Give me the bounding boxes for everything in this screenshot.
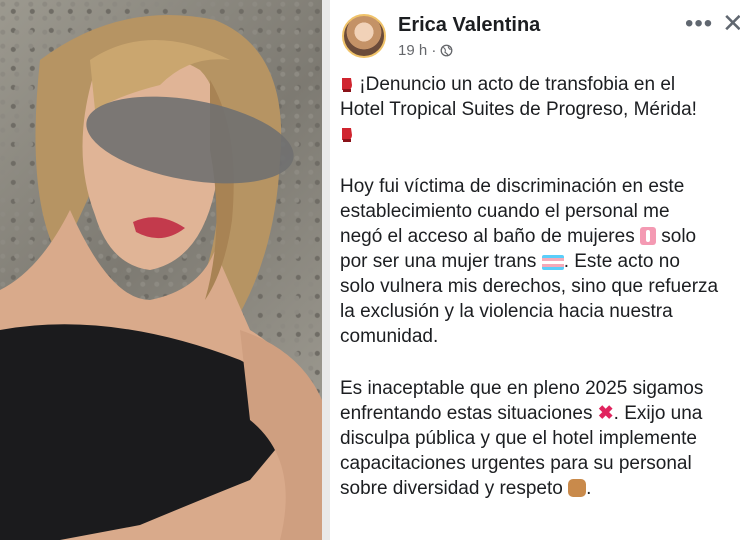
red-heel-icon — [342, 128, 352, 142]
paragraph-3: Es inaceptable que en pleno 2025 sigamos… — [340, 376, 740, 501]
text-line: Es inaceptable que en pleno 2025 sigamos — [340, 376, 740, 401]
text-span: . Exijo una — [613, 403, 703, 424]
avatar[interactable] — [342, 14, 386, 58]
post-photo[interactable] — [0, 0, 322, 540]
post-card: Erica Valentina 19 h · ••• ✕ ¡Denuncio u… — [330, 0, 740, 540]
more-options-icon[interactable]: ••• — [685, 10, 713, 38]
text-span: establecimiento cuando el personal me — [340, 201, 670, 222]
author-name[interactable]: Erica Valentina — [398, 14, 540, 37]
text-line: Hoy fui víctima de discriminación en est… — [340, 174, 740, 199]
text-line — [340, 122, 740, 147]
text-span: disculpa pública y que el hotel implemen… — [340, 428, 697, 449]
divider — [322, 0, 330, 540]
text-span: solo — [661, 226, 697, 247]
text-span: . Este acto no — [563, 251, 680, 272]
text-span: por ser una mujer trans — [340, 251, 537, 272]
text-span: Hoy fui víctima de discriminación en est… — [340, 176, 685, 197]
text-span: Es inaceptable que en pleno 2025 sigamos — [340, 378, 704, 399]
text-span: . — [586, 478, 592, 499]
globe-icon — [440, 44, 453, 57]
photo-image — [0, 15, 322, 540]
text-line: ¡Denuncio un acto de transfobia en el — [340, 72, 740, 97]
paragraph-1: ¡Denuncio un acto de transfobia en el Ho… — [340, 72, 740, 147]
text-line: disculpa pública y que el hotel implemen… — [340, 426, 740, 451]
text-line: solo vulnera mis derechos, sino que refu… — [340, 274, 740, 299]
post-meta: 19 h · — [398, 42, 453, 59]
raised-fist-icon — [568, 479, 587, 497]
screenshot: Erica Valentina 19 h · ••• ✕ ¡Denuncio u… — [0, 0, 740, 540]
text-line: Hotel Tropical Suites de Progreso, Mérid… — [340, 97, 740, 122]
text-span: la exclusión y la violencia hacia nuestr… — [340, 301, 673, 322]
cross-mark-icon: ✖ — [597, 403, 614, 424]
text-line: negó el acceso al baño de mujeres solo — [340, 224, 740, 249]
post-body: ¡Denuncio un acto de transfobia en el Ho… — [340, 72, 740, 528]
womens-room-icon — [639, 227, 656, 245]
text-span: capacitaciones urgentes para su personal — [340, 453, 692, 474]
text-span: solo vulnera mis derechos, sino que refu… — [340, 276, 719, 297]
post-time[interactable]: 19 h · — [398, 42, 436, 59]
text-span: sobre diversidad y respeto — [340, 478, 563, 499]
text-line: por ser una mujer trans . Este acto no — [340, 249, 740, 274]
paragraph-2: Hoy fui víctima de discriminación en est… — [340, 174, 740, 349]
text-line: sobre diversidad y respeto . — [340, 476, 740, 501]
text-line: establecimiento cuando el personal me — [340, 199, 740, 224]
text-line: capacitaciones urgentes para su personal — [340, 451, 740, 476]
text-span: negó el acceso al baño de mujeres — [340, 226, 635, 247]
close-icon[interactable]: ✕ — [722, 8, 740, 39]
text-span: enfrentando estas situaciones — [340, 403, 593, 424]
transgender-flag-icon — [541, 255, 564, 270]
text-line: comunidad. — [340, 324, 740, 349]
text-span: Hotel Tropical Suites de Progreso, Mérid… — [340, 99, 697, 120]
text-line: la exclusión y la violencia hacia nuestr… — [340, 299, 740, 324]
text-line: enfrentando estas situaciones ✖. Exijo u… — [340, 401, 740, 426]
text-line: ¡Denuncio un acto de transfobia en el — [359, 74, 676, 95]
text-span: comunidad. — [340, 326, 439, 347]
red-heel-icon — [342, 78, 352, 92]
